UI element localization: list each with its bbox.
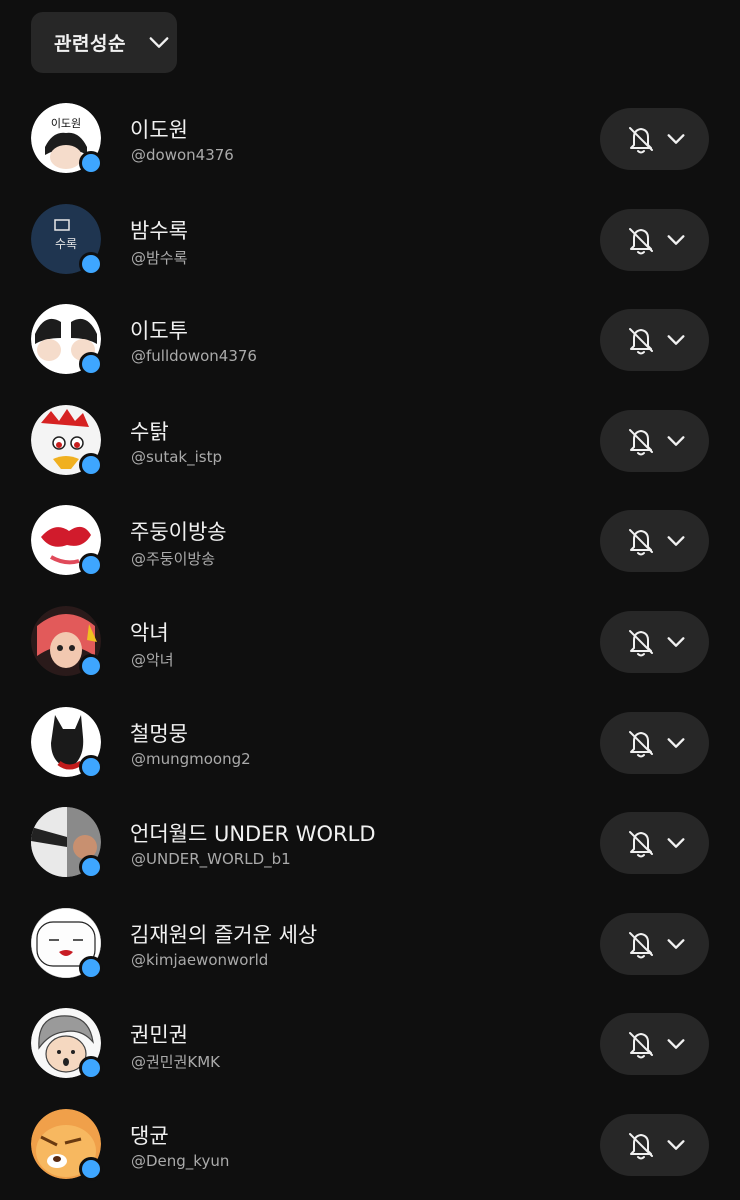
chevron-down-icon bbox=[666, 435, 685, 446]
avatar-wrapper[interactable]: 이도원 bbox=[31, 103, 103, 175]
channel-name[interactable]: 철멍뭉 bbox=[130, 718, 188, 748]
avatar-wrapper[interactable] bbox=[31, 605, 103, 678]
new-content-dot bbox=[79, 1056, 103, 1081]
subscriptions-page: 관련성순 이도원 이도원 @dowon4376 수록 밤수록 @밤수록 이도투 … bbox=[0, 0, 740, 1200]
new-content-dot bbox=[79, 1156, 103, 1181]
chevron-down-icon bbox=[666, 335, 685, 346]
notification-settings-button[interactable] bbox=[600, 1113, 709, 1176]
notification-settings-button[interactable] bbox=[600, 409, 709, 472]
notification-settings-button[interactable] bbox=[600, 610, 709, 673]
chevron-down-icon bbox=[666, 1039, 685, 1050]
channel-name[interactable]: 주둥이방송 bbox=[130, 516, 227, 546]
new-content-dot bbox=[79, 754, 103, 779]
chevron-down-icon bbox=[666, 938, 685, 949]
channel-name[interactable]: 이도원 bbox=[130, 114, 188, 144]
avatar-text: 이도원 bbox=[51, 117, 81, 130]
notification-settings-button[interactable] bbox=[600, 510, 709, 573]
subscription-row[interactable]: 수록 밤수록 @밤수록 bbox=[0, 191, 740, 292]
subscription-row[interactable]: 이도원 이도원 @dowon4376 bbox=[0, 90, 740, 191]
bell-off-icon bbox=[628, 227, 653, 255]
new-content-dot bbox=[79, 653, 103, 678]
bell-off-icon bbox=[628, 931, 653, 959]
avatar-wrapper[interactable]: 수록 bbox=[31, 203, 103, 276]
avatar-wrapper[interactable] bbox=[31, 907, 103, 980]
avatar-wrapper[interactable] bbox=[31, 304, 103, 377]
subscription-row[interactable]: 김재원의 즐거운 세상 @kimjaewonworld bbox=[0, 895, 740, 996]
notification-settings-button[interactable] bbox=[600, 108, 709, 170]
chevron-down-icon bbox=[666, 737, 685, 748]
bell-off-icon bbox=[628, 328, 653, 355]
subscription-row[interactable]: 댕균 @Deng_kyun bbox=[0, 1096, 740, 1197]
subscription-row[interactable]: 언더월드 UNDER WORLD @UNDER_WORLD_b1 bbox=[0, 794, 740, 895]
channel-handle: @sutak_istp bbox=[131, 447, 222, 466]
avatar-wrapper[interactable] bbox=[31, 1008, 103, 1081]
notification-settings-button[interactable] bbox=[600, 1013, 709, 1076]
channel-handle: @악녀 bbox=[131, 650, 174, 669]
avatar-text: 수록 bbox=[55, 237, 77, 251]
channel-handle: @권민권KMK bbox=[131, 1053, 221, 1072]
sort-dropdown-button[interactable]: 관련성순 bbox=[31, 12, 177, 73]
new-content-dot bbox=[79, 452, 103, 477]
channel-name[interactable]: 악녀 bbox=[130, 617, 169, 647]
sort-label: 관련성순 bbox=[54, 33, 126, 55]
channel-handle: @kimjaewonworld bbox=[131, 950, 269, 969]
channel-handle: @Deng_kyun bbox=[131, 1151, 230, 1170]
avatar-wrapper[interactable] bbox=[31, 1108, 103, 1181]
avatar-wrapper[interactable] bbox=[31, 807, 103, 880]
avatar-wrapper[interactable] bbox=[31, 404, 103, 477]
channel-handle: @fulldowon4376 bbox=[131, 347, 257, 366]
bell-off-icon bbox=[628, 127, 653, 154]
subscription-row[interactable]: 권민권 @권민권KMK bbox=[0, 995, 740, 1096]
subscription-row[interactable]: 악녀 @악녀 bbox=[0, 593, 740, 694]
new-content-dot bbox=[79, 251, 103, 276]
chevron-down-icon bbox=[666, 1140, 685, 1150]
channel-handle: @주둥이방송 bbox=[131, 550, 216, 569]
channel-name[interactable]: 밤수록 bbox=[130, 215, 188, 245]
notification-settings-button[interactable] bbox=[600, 912, 709, 975]
bell-off-icon bbox=[628, 1032, 653, 1059]
chevron-down-icon bbox=[666, 838, 685, 849]
new-content-dot bbox=[79, 553, 103, 578]
chevron-down-icon bbox=[666, 234, 685, 245]
bell-off-icon bbox=[628, 428, 653, 456]
notification-settings-button[interactable] bbox=[600, 711, 709, 774]
subscription-list: 이도원 이도원 @dowon4376 수록 밤수록 @밤수록 이도투 @full… bbox=[0, 90, 740, 1197]
channel-name[interactable]: 이도투 bbox=[130, 315, 188, 345]
bell-off-icon bbox=[628, 831, 653, 858]
subscription-row[interactable]: 수탉 @sutak_istp bbox=[0, 392, 740, 493]
notification-settings-button[interactable] bbox=[600, 812, 709, 875]
channel-name[interactable]: 언더월드 UNDER WORLD bbox=[130, 818, 376, 848]
channel-name[interactable]: 권민권 bbox=[130, 1019, 188, 1049]
bell-off-icon bbox=[628, 629, 653, 657]
subscription-row[interactable]: 철멍뭉 @mungmoong2 bbox=[0, 694, 740, 795]
new-content-dot bbox=[79, 151, 103, 175]
chevron-down-icon bbox=[666, 637, 685, 647]
channel-handle: @UNDER_WORLD_b1 bbox=[131, 850, 291, 869]
chevron-down-icon bbox=[149, 36, 169, 48]
channel-name[interactable]: 수탉 bbox=[130, 416, 169, 446]
channel-handle: @mungmoong2 bbox=[131, 749, 251, 768]
channel-handle: @밤수록 bbox=[131, 248, 188, 267]
avatar-wrapper[interactable] bbox=[31, 505, 103, 578]
subscription-row[interactable]: 이도투 @fulldowon4376 bbox=[0, 291, 740, 392]
chevron-down-icon bbox=[666, 134, 685, 144]
bell-off-icon bbox=[628, 730, 653, 758]
avatar-wrapper[interactable] bbox=[31, 706, 103, 779]
subscription-row[interactable]: 주둥이방송 @주둥이방송 bbox=[0, 492, 740, 593]
bell-off-icon bbox=[628, 1132, 653, 1160]
notification-settings-button[interactable] bbox=[600, 309, 709, 372]
new-content-dot bbox=[79, 352, 103, 377]
channel-name[interactable]: 김재원의 즐거운 세상 bbox=[130, 919, 317, 949]
bell-off-icon bbox=[628, 529, 653, 556]
channel-name[interactable]: 댕균 bbox=[130, 1120, 169, 1150]
notification-settings-button[interactable] bbox=[600, 208, 709, 271]
new-content-dot bbox=[79, 955, 103, 980]
channel-handle: @dowon4376 bbox=[131, 146, 234, 164]
new-content-dot bbox=[79, 855, 103, 880]
chevron-down-icon bbox=[666, 536, 685, 547]
